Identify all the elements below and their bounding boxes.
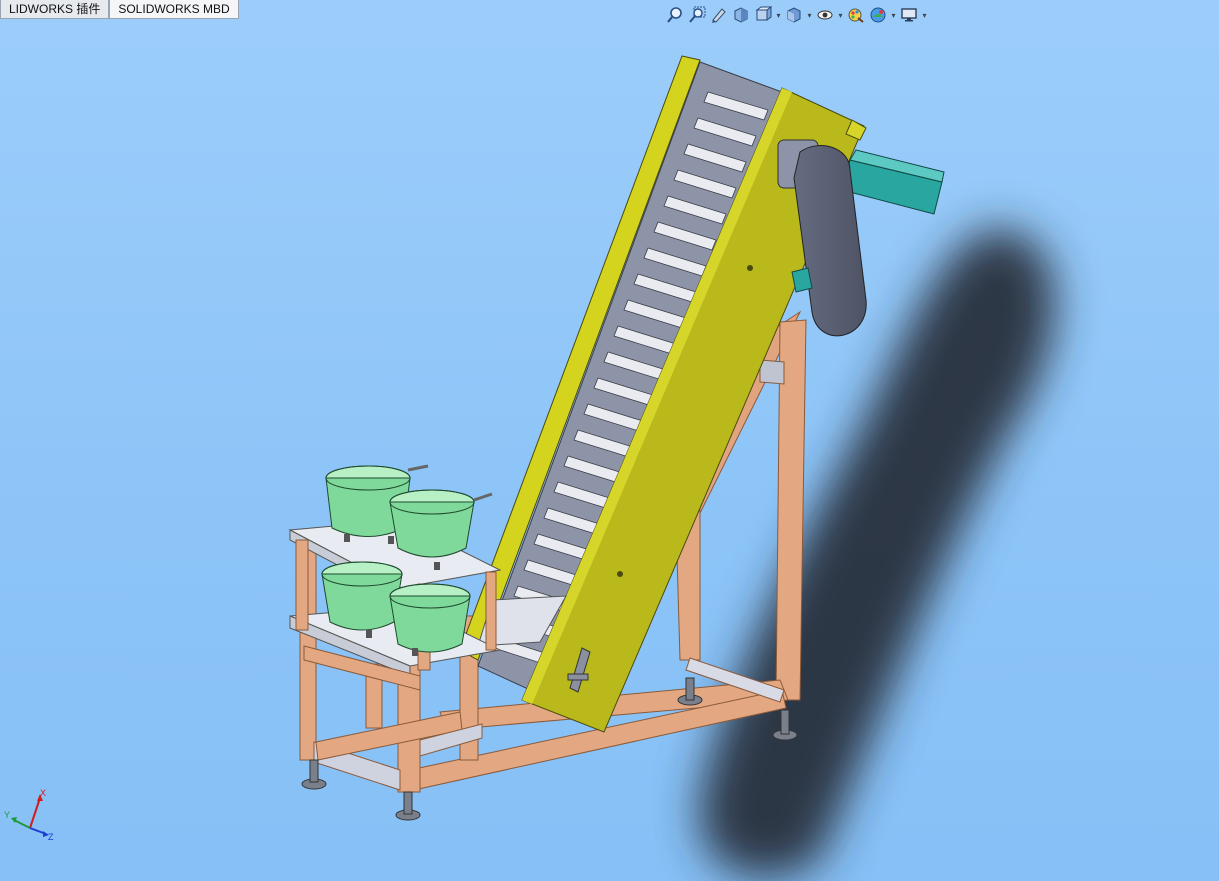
graphics-area[interactable] bbox=[0, 0, 1219, 881]
discharge-chute bbox=[841, 149, 945, 215]
reference-triad: X Y Z bbox=[4, 788, 54, 842]
triad-x-label: X bbox=[40, 788, 46, 798]
triad-y-label: Y bbox=[4, 810, 10, 820]
triad-z-label: Z bbox=[48, 832, 54, 842]
